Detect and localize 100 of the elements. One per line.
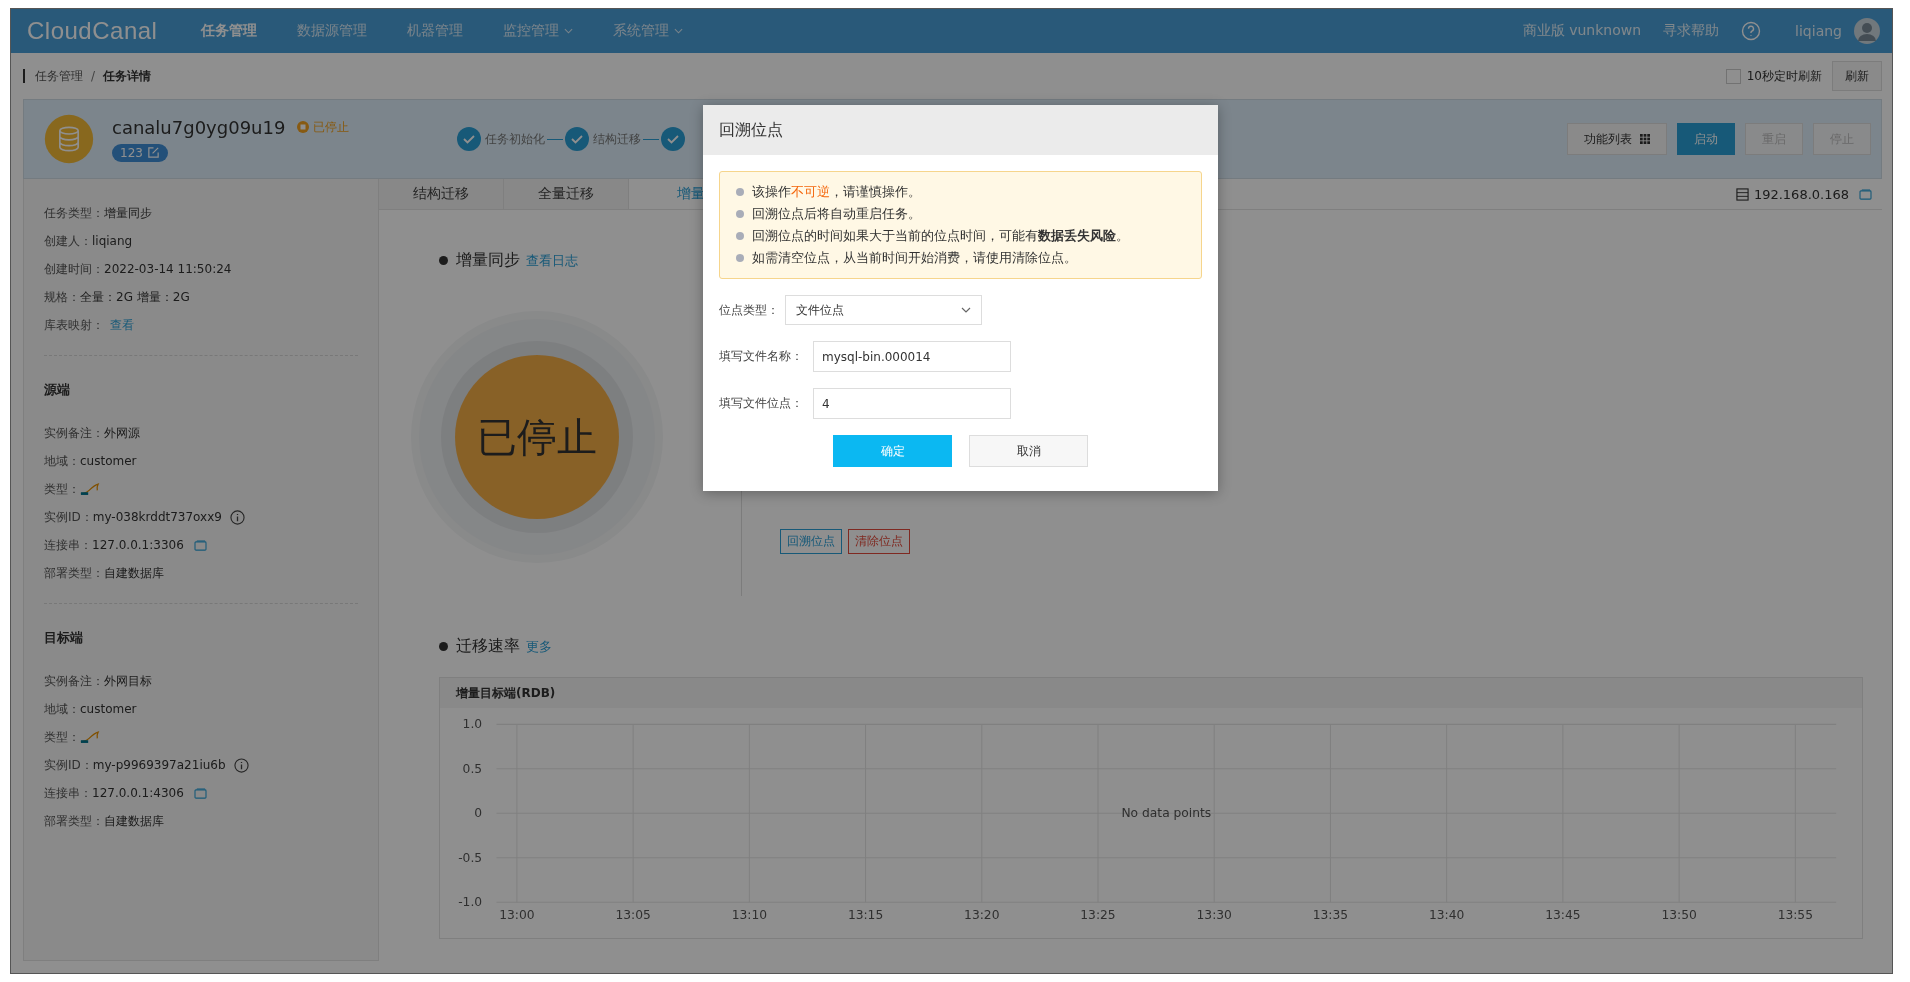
axis-label: 0	[474, 806, 483, 821]
bullet-icon	[736, 188, 744, 196]
info-value: my-p9969397a21iu6b	[92, 758, 226, 772]
task-status: 已停止	[313, 118, 350, 136]
action-button[interactable]: 功能列表	[1567, 123, 1667, 155]
axis-label: 13:50	[1661, 907, 1697, 922]
axis-label: 13:20	[964, 907, 1000, 922]
axis-label: -0.5	[458, 850, 483, 865]
info-label: 类型：	[44, 728, 80, 746]
tab[interactable]: 全量迁移	[504, 179, 629, 209]
nav-item[interactable]: 数据源管理	[297, 22, 368, 40]
refresh-button[interactable]: 刷新	[1832, 61, 1882, 91]
checkbox[interactable]	[1725, 68, 1741, 84]
view-log-link[interactable]: 查看日志	[526, 251, 578, 270]
position-button[interactable]: 回溯位点	[780, 529, 842, 554]
section-title: 源端	[44, 382, 71, 399]
info-label: 连接串：	[44, 536, 92, 554]
nav-item[interactable]: 系统管理	[613, 22, 684, 40]
caret-icon	[564, 28, 574, 34]
task-tag[interactable]: 123	[112, 143, 168, 162]
info-value: 2022-03-14 11:50:24	[104, 262, 232, 276]
help-icon[interactable]	[1741, 21, 1762, 41]
info-value: 增量同步	[104, 204, 152, 222]
axis-label: 13:40	[1429, 907, 1465, 922]
info-value: 外网源	[104, 424, 140, 442]
warning-text: 回溯位点后将自动重启任务。	[752, 205, 921, 223]
checkbox-label[interactable]: 10秒定时刷新	[1746, 67, 1822, 85]
logo[interactable]: CloudCanal	[27, 17, 158, 45]
axis-label: 0.5	[462, 761, 483, 776]
section-title: 增量同步	[456, 250, 520, 271]
section-title: 目标端	[44, 630, 84, 647]
edit-icon[interactable]	[146, 146, 160, 159]
dialog-button[interactable]: 确定	[833, 435, 952, 467]
warning-text: 回溯位点的时间如果大于当前的位点时间，可能有数据丢失风险。	[752, 227, 1129, 245]
bullet-icon	[439, 256, 448, 265]
dialog-button[interactable]: 取消	[969, 435, 1088, 467]
position-type-select[interactable]: 文件位点	[785, 295, 982, 325]
view-link[interactable]: 查看	[110, 316, 134, 334]
info-label: 规格：	[44, 288, 80, 306]
field-label: 填写文件位点：	[719, 395, 803, 412]
server-icon	[1735, 187, 1749, 201]
field-label: 填写文件名称：	[719, 348, 803, 365]
user-name[interactable]: liqiang	[1795, 23, 1842, 39]
info-label: 库表映射：	[44, 316, 104, 334]
info-value: 全量：2G 增量：2G	[80, 288, 190, 306]
axis-label: 13:35	[1312, 907, 1349, 922]
avatar-icon[interactable]	[1854, 18, 1880, 44]
help-link[interactable]: 寻求帮助	[1663, 22, 1720, 40]
axis-label: 13:15	[847, 907, 884, 922]
caret-icon	[674, 28, 684, 34]
info-label: 创建时间：	[44, 260, 104, 278]
task-name: canalu7g0yg09u19	[112, 116, 286, 138]
info-value: my-038krddt737oxx9	[92, 510, 222, 524]
axis-label: 13:10	[731, 907, 768, 922]
input-field[interactable]: mysql-bin.000014	[813, 341, 1011, 372]
bullet-icon	[736, 232, 744, 240]
nav-item[interactable]: 监控管理	[503, 22, 574, 40]
axis-label: 13:05	[615, 907, 651, 922]
info-value: liqiang	[92, 234, 133, 248]
breadcrumb-item[interactable]: 任务管理	[35, 67, 83, 85]
host-address: 192.168.0.168	[1753, 186, 1849, 202]
section-title: 迁移速率	[456, 636, 520, 657]
step-label: 任务初始化	[485, 130, 546, 148]
position-button[interactable]: 清除位点	[848, 529, 910, 554]
input-field[interactable]: 4	[813, 388, 1011, 419]
copy-icon[interactable]	[193, 787, 207, 799]
edition-label: 商业版 vunknown	[1522, 22, 1642, 40]
info-label: 实例ID：	[44, 756, 93, 774]
chart-title: 增量目标端(RDB)	[440, 678, 1862, 708]
warning-text: 该操作不可逆，请谨慎操作。	[752, 183, 921, 201]
info-label: 实例ID：	[44, 508, 93, 526]
info-label: 任务类型：	[44, 204, 104, 222]
info-label: 连接串：	[44, 784, 92, 802]
field-label: 位点类型：	[719, 301, 779, 319]
copy-icon[interactable]	[1859, 188, 1872, 200]
info-icon[interactable]	[233, 757, 249, 773]
info-label: 类型：	[44, 480, 80, 498]
copy-icon[interactable]	[193, 539, 207, 551]
axis-label: 13:25	[1080, 907, 1116, 922]
step-label: 结构迁移	[593, 130, 642, 148]
axis-label: 13:45	[1545, 907, 1581, 922]
info-icon[interactable]	[229, 509, 245, 525]
action-button[interactable]: 启动	[1677, 123, 1735, 155]
axis-label: 13:55	[1777, 907, 1813, 922]
info-label: 部署类型：	[44, 564, 104, 582]
bullet-icon	[439, 642, 448, 651]
empty-chart-message: No data points	[1121, 806, 1212, 821]
info-value: customer	[80, 702, 137, 716]
info-label: 创建人：	[44, 232, 92, 250]
info-value: 自建数据库	[104, 564, 164, 582]
axis-label: 13:00	[499, 907, 535, 922]
database-avatar-icon	[44, 114, 94, 164]
warning-text: 如需清空位点，从当前时间开始消费，请使用清除位点。	[752, 249, 1077, 267]
more-link[interactable]: 更多	[526, 637, 552, 656]
nav-item[interactable]: 任务管理	[201, 22, 258, 40]
info-label: 地域：	[44, 452, 80, 470]
bullet-icon	[736, 210, 744, 218]
nav-item[interactable]: 机器管理	[407, 22, 464, 40]
axis-label: 1.0	[462, 717, 483, 732]
tab[interactable]: 结构迁移	[379, 179, 504, 209]
